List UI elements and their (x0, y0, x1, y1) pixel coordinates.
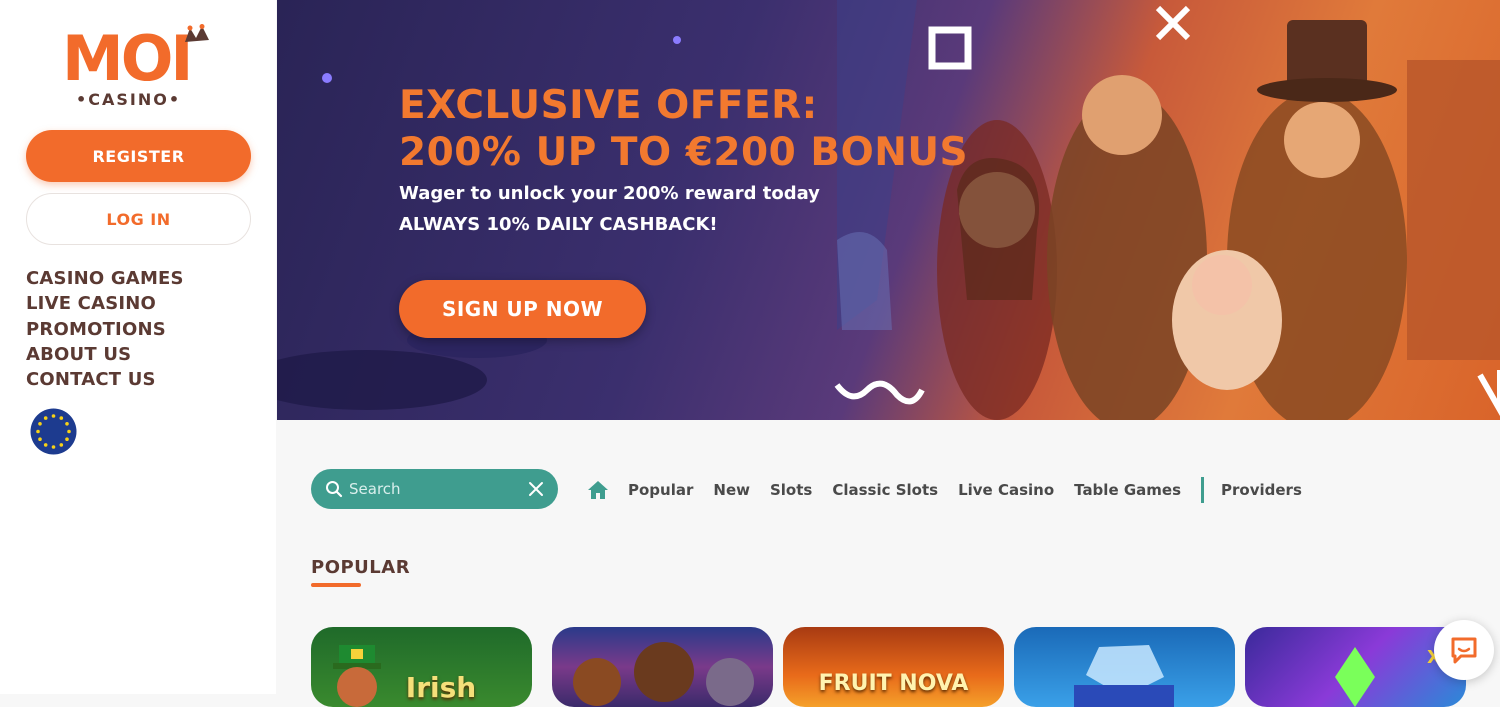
tab-new[interactable]: New (713, 481, 750, 499)
banner-subtitle: Wager to unlock your 200% reward today A… (399, 178, 820, 240)
game-tile[interactable] (1014, 627, 1235, 707)
main-nav: CASINO GAMES LIVE CASINO PROMOTIONS ABOU… (26, 266, 184, 392)
chat-button[interactable] (1434, 620, 1494, 680)
tile-label: FRUIT NOVA (818, 671, 969, 696)
tab-popular[interactable]: Popular (628, 481, 693, 499)
nav-about-us[interactable]: ABOUT US (26, 342, 184, 367)
game-tile[interactable]: FRUIT NOVA (783, 627, 1004, 707)
category-tabs: Popular New Slots Classic Slots Live Cas… (586, 476, 1322, 504)
tab-providers[interactable]: Providers (1221, 481, 1302, 499)
section-underline (311, 583, 361, 587)
banner-title-line2: 200% UP TO €200 BONUS (399, 130, 969, 175)
register-button[interactable]: REGISTER (26, 130, 251, 182)
eu-flag-icon[interactable] (30, 408, 77, 455)
ice-art (1074, 645, 1174, 707)
divider (1201, 477, 1205, 503)
search-icon (326, 481, 343, 498)
signup-button[interactable]: SIGN UP NOW (399, 280, 646, 338)
login-button[interactable]: LOG IN (26, 193, 251, 245)
chat-icon (1451, 637, 1477, 664)
game-tile[interactable]: Irish (311, 627, 532, 707)
nav-contact-us[interactable]: CONTACT US (26, 367, 184, 392)
logo[interactable]: MOI •CASINO• (62, 22, 214, 112)
tab-slots[interactable]: Slots (770, 481, 812, 499)
game-tile[interactable] (552, 627, 773, 707)
logo-wordmark: MOI (62, 22, 193, 95)
search-input[interactable]: Search (311, 469, 558, 509)
section-title: POPULAR (311, 557, 411, 578)
banner-sub-line1: Wager to unlock your 200% reward today (399, 183, 820, 204)
sidebar: MOI •CASINO• REGISTER LOG IN CASINO GAME… (0, 0, 276, 694)
nav-casino-games[interactable]: CASINO GAMES (26, 266, 184, 291)
tab-table-games[interactable]: Table Games (1074, 481, 1181, 499)
nav-live-casino[interactable]: LIVE CASINO (26, 291, 184, 316)
game-tile[interactable]: X (1245, 627, 1466, 707)
promo-banner[interactable]: EXCLUSIVE OFFER: 200% UP TO €200 BONUS W… (277, 0, 1500, 420)
nav-promotions[interactable]: PROMOTIONS (26, 317, 184, 342)
tile-label: Irish (405, 671, 477, 704)
tab-classic-slots[interactable]: Classic Slots (832, 481, 938, 499)
gem-art: X (1335, 647, 1441, 707)
logo-subtitle: •CASINO• (76, 90, 182, 109)
jester-hat-icon (185, 24, 209, 42)
banner-title-line1: EXCLUSIVE OFFER: (399, 83, 818, 128)
banner-title: EXCLUSIVE OFFER: 200% UP TO €200 BONUS (399, 82, 968, 176)
banner-sub-line2: ALWAYS 10% DAILY CASHBACK! (399, 214, 718, 235)
close-icon[interactable] (526, 479, 546, 499)
search-placeholder: Search (349, 480, 401, 498)
animals-art (573, 642, 754, 706)
home-icon[interactable] (586, 478, 610, 502)
tab-live-casino[interactable]: Live Casino (958, 481, 1054, 499)
